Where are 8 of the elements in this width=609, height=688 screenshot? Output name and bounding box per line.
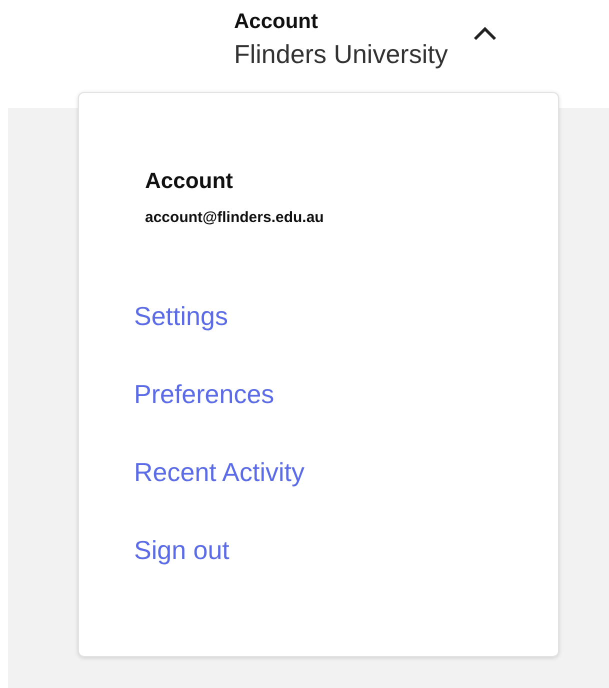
account-button[interactable]: Account Flinders University: [234, 8, 498, 108]
menu-link[interactable]: Recent Activity: [134, 454, 305, 490]
account-email: account@flinders.edu.au: [145, 208, 325, 228]
menu-link[interactable]: Sign out: [134, 532, 230, 568]
account-name: Account: [145, 167, 234, 195]
menu-link[interactable]: Settings: [134, 298, 228, 334]
menu-link[interactable]: Preferences: [134, 376, 274, 412]
chevron-up-icon: [472, 26, 498, 42]
